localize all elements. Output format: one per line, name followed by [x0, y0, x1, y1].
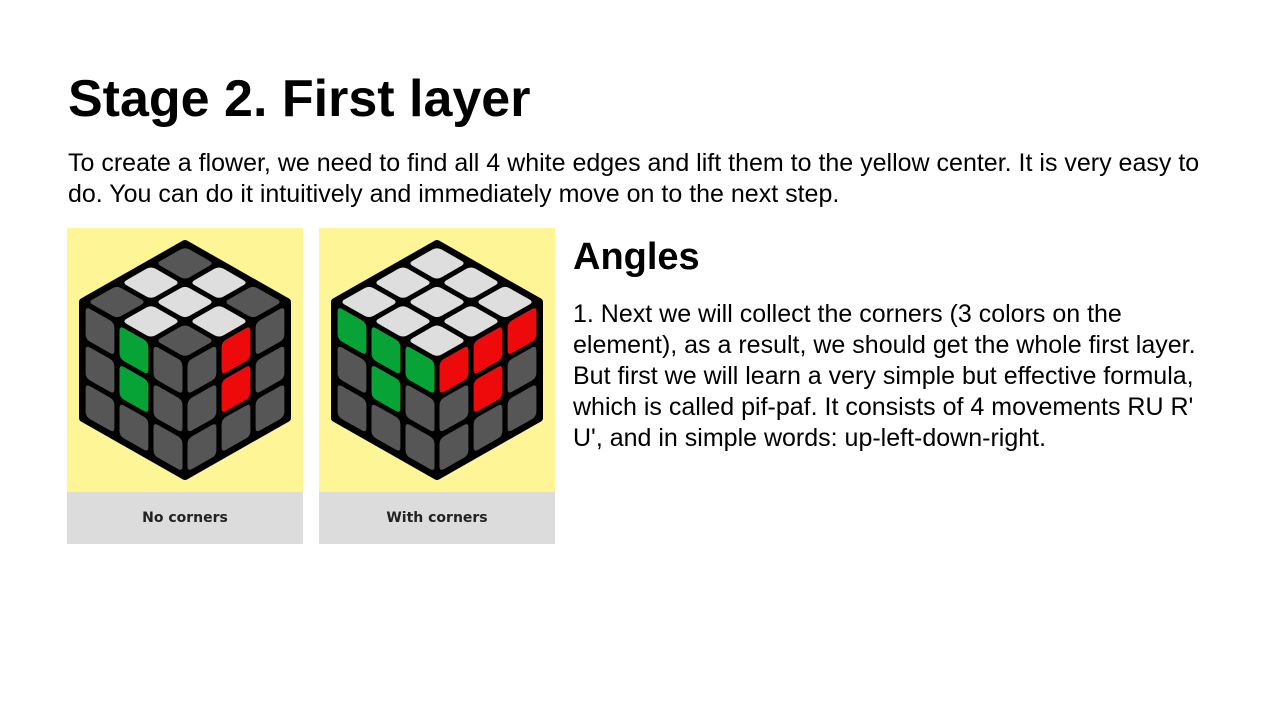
cube-illustration	[79, 240, 291, 480]
cube-illustration	[331, 240, 543, 480]
intro-paragraph: To create a flower, we need to find all …	[68, 149, 1200, 208]
section-heading: Angles	[573, 236, 700, 278]
page-title: Stage 2. First layer	[68, 70, 531, 128]
figure-caption: No corners	[67, 492, 303, 544]
cube-figure-with-corners: With corners	[319, 228, 555, 544]
cube-figure-no-corners: No corners	[67, 228, 303, 544]
cube-outline	[79, 240, 291, 480]
cube-outline	[331, 240, 543, 480]
figure-caption: With corners	[319, 492, 555, 544]
section-paragraph: 1. Next we will collect the corners (3 c…	[573, 300, 1196, 452]
